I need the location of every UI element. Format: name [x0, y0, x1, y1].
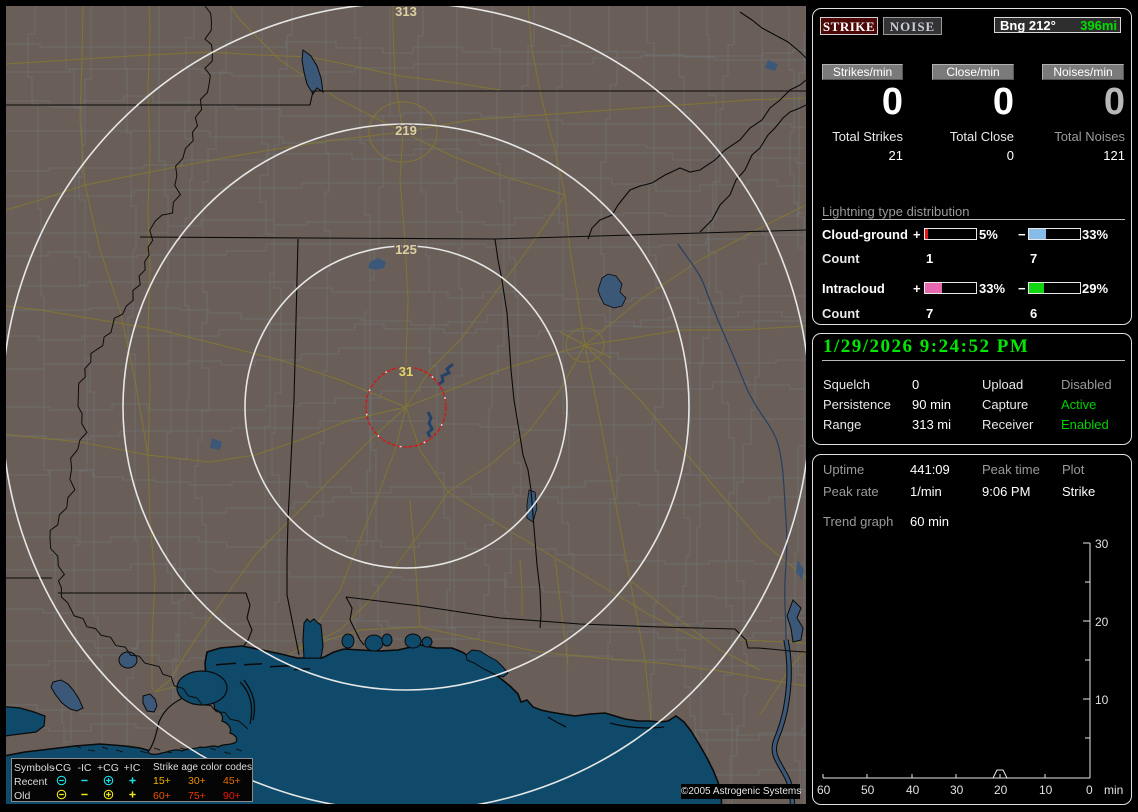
svg-text:125: 125	[395, 242, 417, 257]
svg-text:50: 50	[861, 783, 875, 797]
svg-text:40: 40	[906, 783, 920, 797]
svg-text:31: 31	[399, 364, 413, 379]
svg-text:10: 10	[1095, 693, 1109, 707]
svg-text:0: 0	[1086, 783, 1093, 797]
svg-text:30: 30	[950, 783, 964, 797]
svg-text:min: min	[1104, 783, 1123, 797]
svg-text:30: 30	[1095, 537, 1109, 551]
svg-text:219: 219	[395, 123, 417, 138]
svg-text:20: 20	[1095, 615, 1109, 629]
svg-text:20: 20	[994, 783, 1008, 797]
svg-text:10: 10	[1039, 783, 1053, 797]
svg-text:60: 60	[817, 783, 831, 797]
svg-text:313: 313	[395, 6, 417, 19]
